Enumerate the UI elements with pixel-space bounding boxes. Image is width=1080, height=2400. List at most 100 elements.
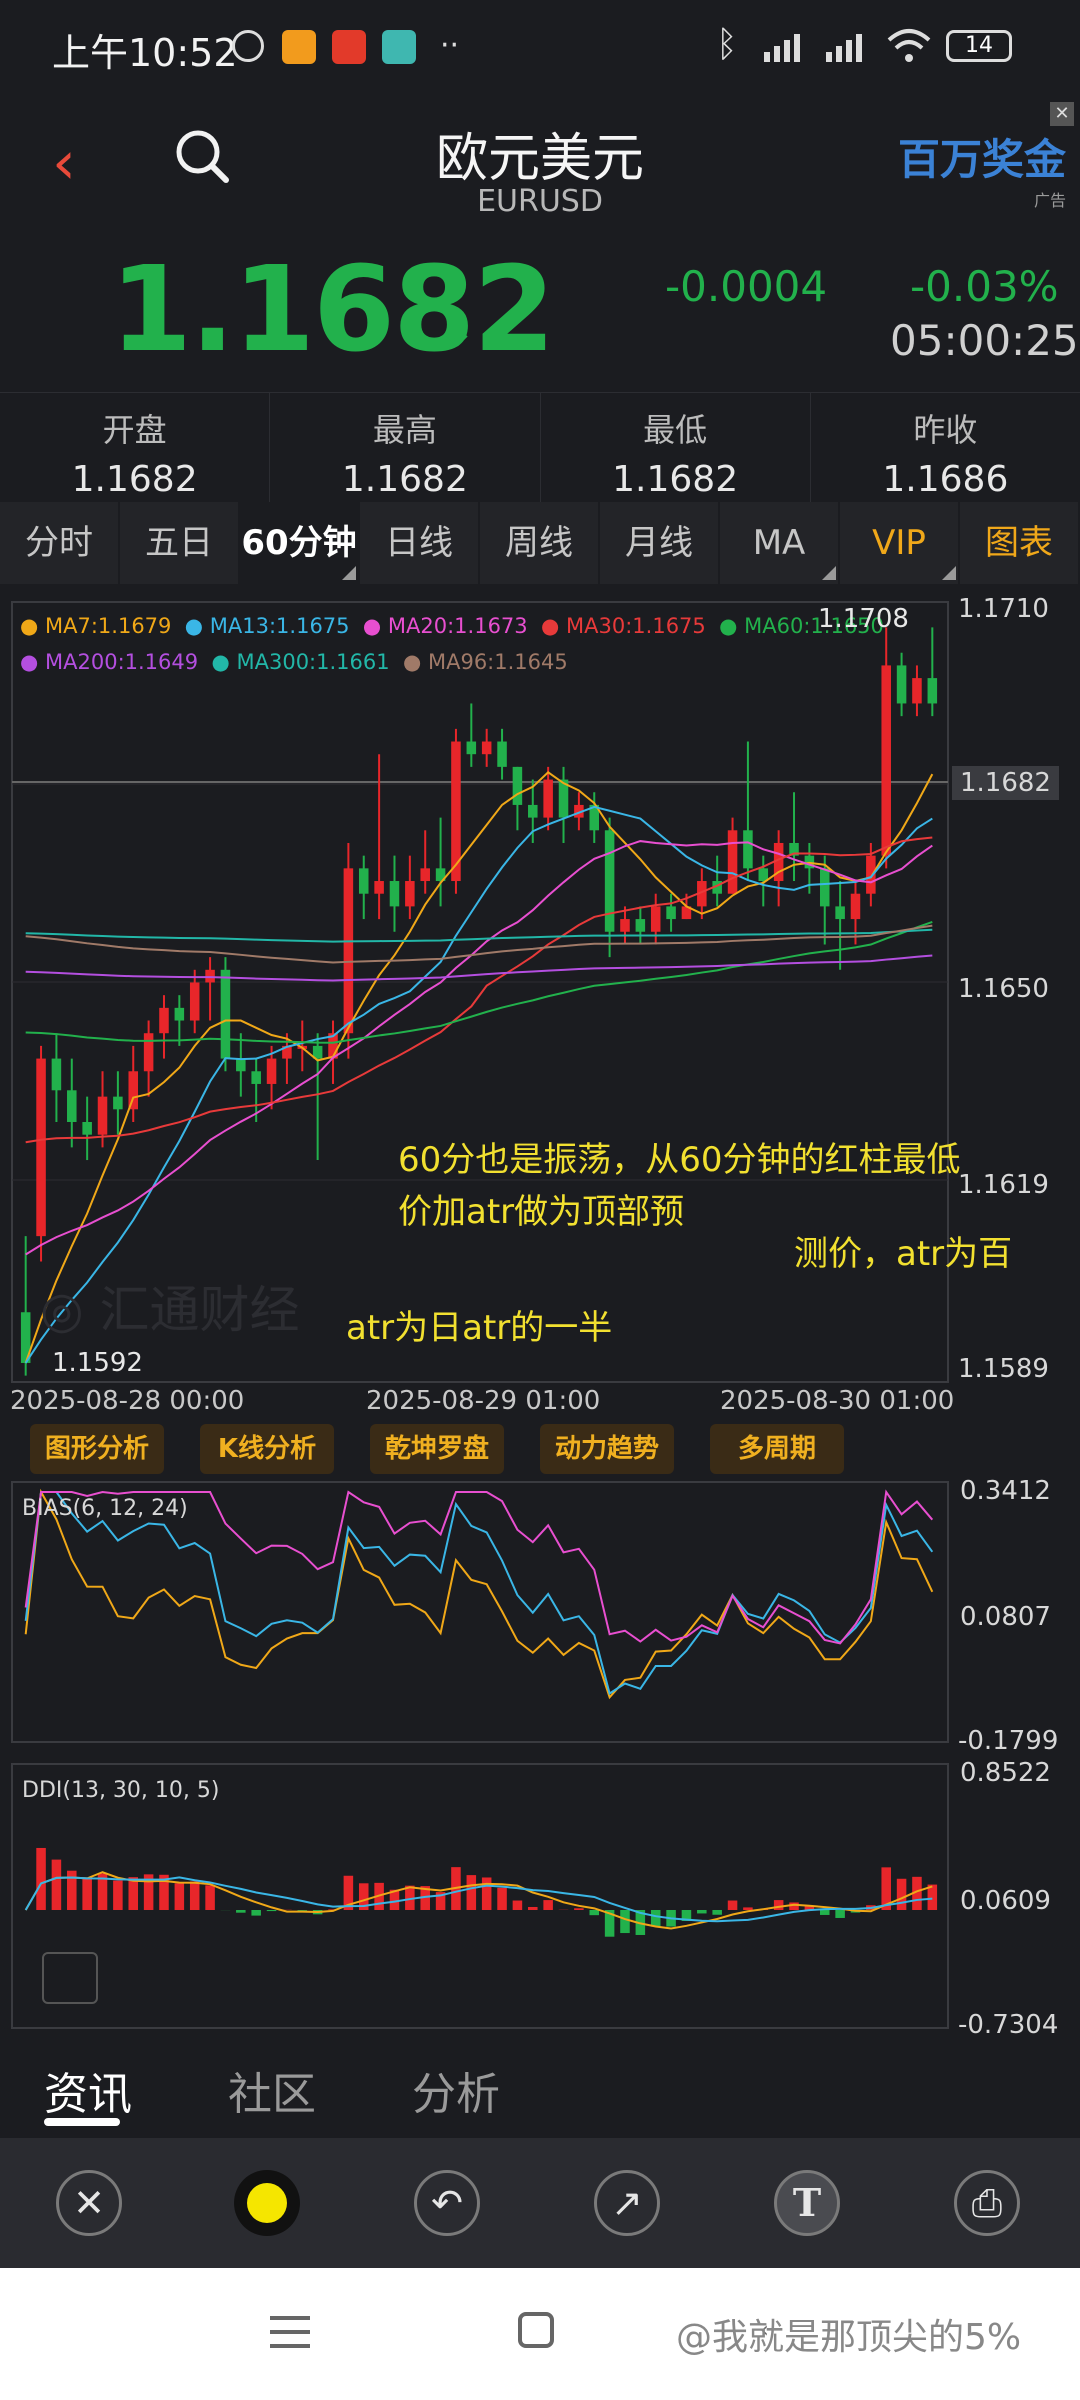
ddi-bar (236, 1910, 246, 1913)
candle-body (174, 1007, 185, 1021)
tab-vip[interactable]: VIP (840, 502, 960, 584)
x-tick: 2025-08-30 01:00 (720, 1386, 955, 1416)
save-icon[interactable]: ⎙ (954, 2170, 1020, 2236)
bluetooth-icon: ᛒ (716, 24, 738, 65)
tool-graph-analysis[interactable]: 图形分析 (30, 1424, 164, 1474)
draw-toolbar: ✕ ↶ ↗ T ⎙ (0, 2138, 1080, 2268)
candle-body (358, 868, 369, 894)
annotation-line3: 测价，atr为百 (794, 1234, 1013, 1274)
ohlc-row: 开盘 1.1682 最高 1.1682 最低 1.1682 昨收 1.1686 (0, 392, 1080, 504)
mail-app-icon (282, 30, 316, 64)
ddi-bar (743, 1907, 753, 1910)
tab-five-day[interactable]: 五日 (120, 502, 240, 584)
active-tab-underline (44, 2118, 120, 2126)
battery-icon: 14 (946, 30, 1012, 62)
ddi-bar (466, 1875, 477, 1910)
tab-analysis[interactable]: 分析 (412, 2058, 500, 2122)
tab-news[interactable]: 资讯 (44, 2058, 132, 2122)
candle-body (82, 1122, 92, 1135)
status-bar: 上午10:52 ·· ᛒ 14 (0, 0, 1080, 96)
candle-body (896, 665, 907, 704)
candle-body (189, 982, 200, 1021)
tool-kline-analysis[interactable]: K线分析 (200, 1424, 334, 1474)
ma-line (25, 954, 933, 982)
tool-momentum[interactable]: 动力趋势 (540, 1424, 674, 1474)
tool-multi-period[interactable]: 多周期 (710, 1424, 844, 1474)
ddi-bar (512, 1900, 523, 1910)
tab-monthly[interactable]: 月线 (600, 502, 720, 584)
taobao-app-icon (332, 30, 366, 64)
signal-icon-2 (822, 30, 874, 64)
color-dot-button[interactable] (234, 2170, 300, 2236)
ohlc-label: 最高 (372, 411, 437, 449)
tab-60min[interactable]: 60分钟 (240, 502, 360, 584)
tab-intraday[interactable]: 分时 (0, 502, 120, 584)
ohlc-value: 1.1682 (71, 459, 198, 500)
price-change: -0.0004 (665, 262, 828, 311)
ddi-bar (773, 1900, 784, 1910)
candle-body (236, 1058, 246, 1072)
bias-chart-frame (11, 1481, 949, 1743)
down-arrow-icon: ↓ (436, 300, 478, 358)
ddi-bar (189, 1881, 200, 1910)
ohlc-label: 开盘 (102, 411, 167, 449)
candle-body (251, 1071, 261, 1084)
tab-chart-settings[interactable]: 图表 (960, 502, 1080, 584)
ad-label: 广告 (1033, 191, 1066, 210)
undo-icon[interactable]: ↶ (414, 2170, 480, 2236)
candle-body (36, 1058, 46, 1237)
ohlc-label: 最低 (643, 411, 708, 449)
tab-daily[interactable]: 日线 (360, 502, 480, 584)
ddi-indicator-label[interactable]: DDI(13, 30, 10, 5) (22, 1778, 219, 1803)
tab-ma[interactable]: MA (720, 502, 840, 584)
candle-body (220, 969, 231, 1059)
bias-y-tick: 0.0807 (960, 1602, 1051, 1632)
y-tick: 1.1650 (958, 974, 1049, 1004)
tab-ma-label: MA (752, 523, 806, 563)
alarm-icon (232, 30, 264, 62)
candle-body (850, 893, 861, 920)
ma30-label: ● MA30:1.1675 (541, 614, 706, 638)
candle-body (405, 881, 415, 907)
text-icon[interactable]: T (774, 2170, 840, 2236)
candle-body (835, 906, 845, 920)
ddi-bar (697, 1910, 707, 1914)
watermark: ◎ 汇通财经 (40, 1281, 300, 1339)
ddi-bar (620, 1910, 630, 1934)
candle-body (927, 678, 938, 704)
tab-60min-label: 60分钟 (241, 523, 357, 563)
ma300-label: ● MA300:1.1661 (211, 650, 390, 674)
x-tick: 2025-08-29 01:00 (366, 1386, 601, 1416)
bias-y-tick: -0.1799 (958, 1726, 1059, 1756)
close-icon[interactable]: ✕ (56, 2170, 122, 2236)
candle-body (113, 1096, 123, 1110)
status-time: 上午10:52 (52, 31, 238, 75)
ad-banner[interactable]: 百万奖金 广告 (898, 126, 1066, 211)
candle-body (881, 665, 891, 856)
arrow-icon[interactable]: ↗ (594, 2170, 660, 2236)
y-tick: 1.1589 (958, 1354, 1049, 1384)
candle-body (159, 1007, 169, 1034)
candle-body (528, 804, 538, 818)
candle-body (912, 678, 922, 704)
message-app-icon (382, 30, 416, 64)
tab-weekly[interactable]: 周线 (480, 502, 600, 584)
menu-icon[interactable] (270, 2314, 310, 2354)
ddi-bar (205, 1885, 215, 1910)
y-tick: 1.1710 (958, 594, 1049, 624)
candle-body (343, 868, 354, 1034)
x-tick: 2025-08-28 00:00 (10, 1386, 245, 1416)
ma-line (25, 924, 933, 964)
tool-compass[interactable]: 乾坤罗盘 (370, 1424, 504, 1474)
y-tick: 1.1619 (958, 1170, 1049, 1200)
ma-legend-row2: ● MA200:1.1649 ● MA300:1.1661 ● MA96:1.1… (20, 650, 568, 674)
ad-close-icon[interactable]: ✕ (1050, 102, 1074, 126)
bias-indicator-label[interactable]: BIAS(6, 12, 24) (22, 1496, 188, 1521)
home-icon[interactable] (518, 2312, 554, 2348)
period-tabs: 分时 五日 60分钟 日线 周线 月线 MA VIP 图表 (0, 502, 1080, 584)
tab-community[interactable]: 社区 (228, 2058, 316, 2122)
bias-line (24, 1488, 934, 1700)
ddi-bar (251, 1910, 261, 1916)
fullscreen-icon[interactable] (42, 1952, 98, 2004)
candle-body (143, 1033, 154, 1072)
